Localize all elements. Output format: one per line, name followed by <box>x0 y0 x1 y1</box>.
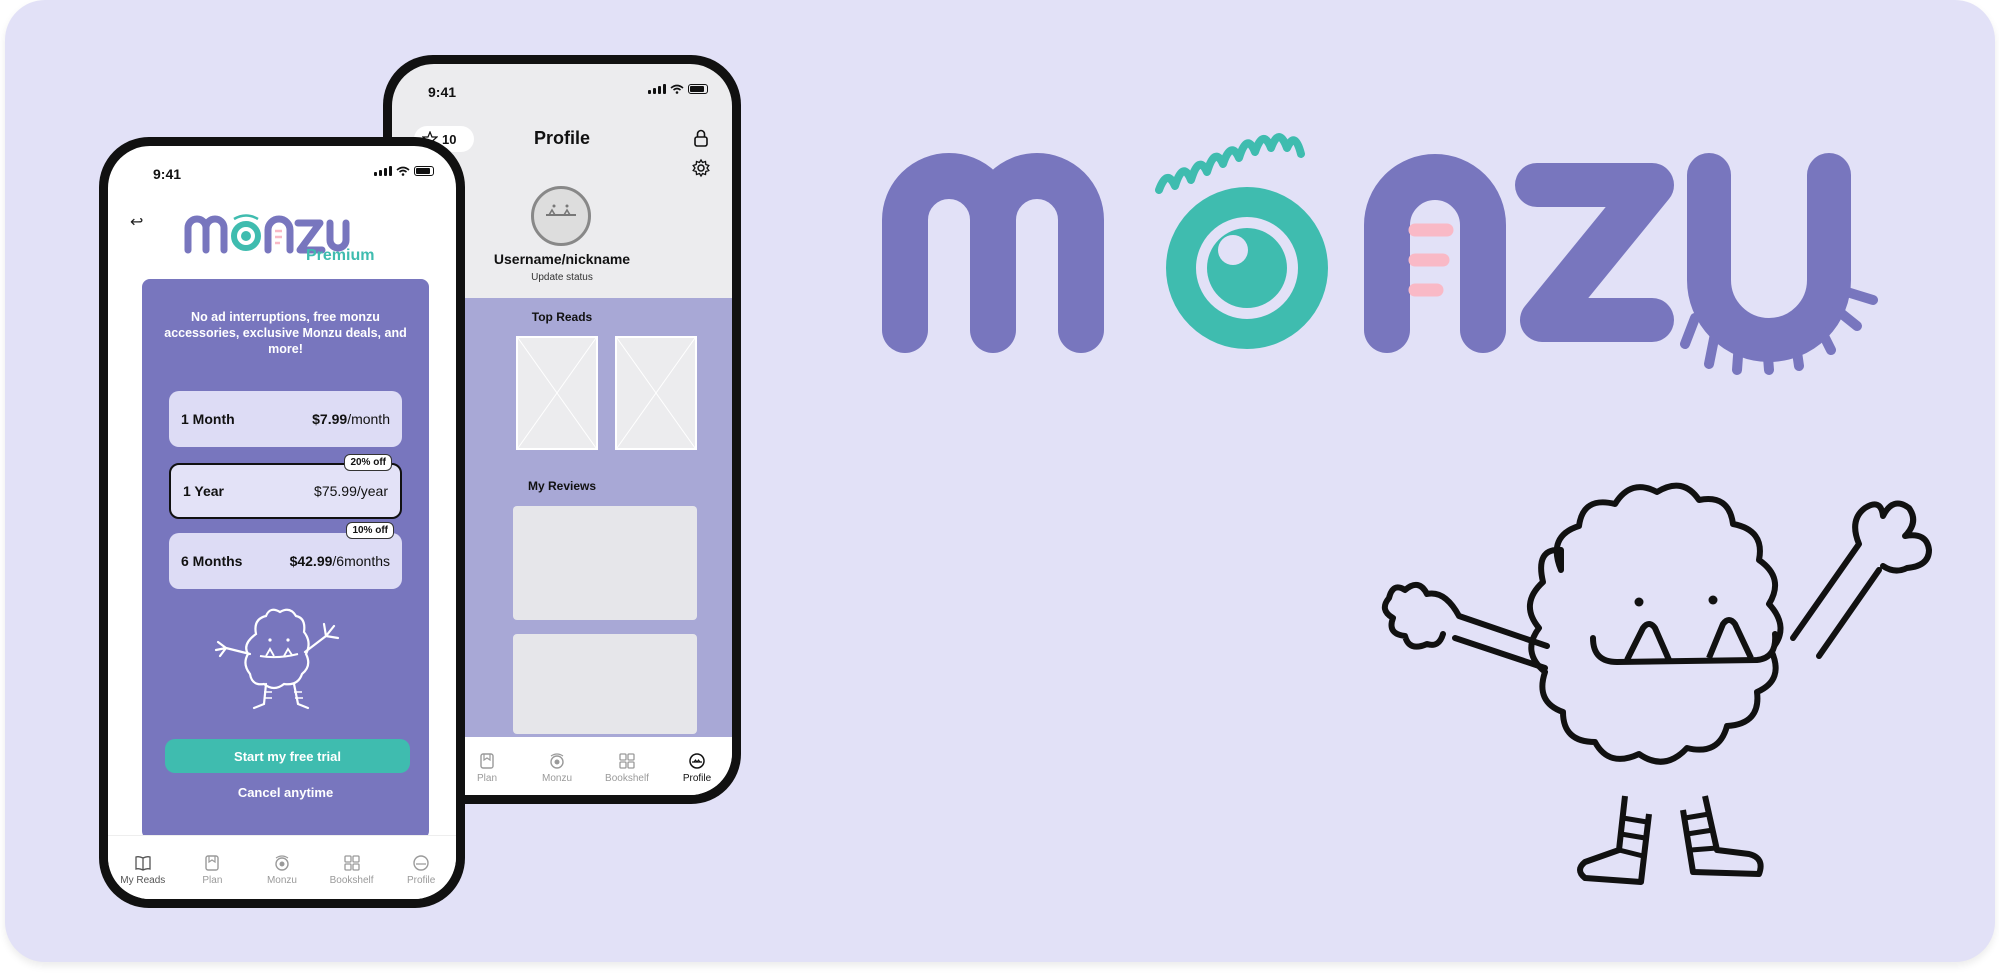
gear-icon[interactable] <box>691 158 711 178</box>
profile-icon <box>689 753 705 769</box>
status-icons <box>374 166 434 176</box>
battery-icon <box>414 166 434 176</box>
plan-option-1-year[interactable]: 1 Year $75.99/year 20% off <box>169 454 402 519</box>
profile-icon <box>413 854 429 871</box>
monster-illustration <box>214 608 340 710</box>
back-arrow-icon[interactable]: ↩ <box>130 212 143 232</box>
tab-bookshelf[interactable]: Bookshelf <box>322 854 382 886</box>
plan-icon <box>205 854 220 871</box>
tab-bookshelf[interactable]: Bookshelf <box>597 752 657 784</box>
review-card[interactable] <box>513 634 697 734</box>
plan-price: $75.99/year <box>314 483 388 499</box>
plan-option-1-month[interactable]: 1 Month $7.99/month <box>169 391 402 447</box>
monster-mascot-illustration <box>1381 482 1932 885</box>
plan-price: $7.99/month <box>312 411 390 427</box>
signal-icon <box>648 84 666 94</box>
top-read-cover[interactable] <box>516 336 598 450</box>
tab-label: My Reads <box>120 874 166 886</box>
wifi-icon <box>670 84 684 94</box>
tab-monzu[interactable]: Monzu <box>527 752 587 784</box>
premium-card: No ad interruptions, free monzu accessor… <box>142 279 429 839</box>
premium-label: Premium <box>306 247 375 264</box>
premium-description: No ad interruptions, free monzu accessor… <box>164 310 407 356</box>
hero-card: 9:41 10 Profile Username/nickname Update… <box>5 0 1995 962</box>
lock-icon[interactable] <box>691 128 711 148</box>
book-icon <box>135 855 151 871</box>
avatar[interactable] <box>531 186 591 246</box>
top-read-cover[interactable] <box>615 336 697 450</box>
start-free-trial-button[interactable]: Start my free trial <box>165 739 410 773</box>
signal-icon <box>374 166 392 176</box>
tab-bar: My Reads Plan Monzu Bookshelf Profile <box>108 835 456 899</box>
plan-name: 1 Year <box>183 483 225 499</box>
premium-phone: 9:41 ↩ Premium No ad interruptions, free… <box>99 137 465 908</box>
tab-label: Bookshelf <box>329 874 374 886</box>
tab-label: Profile <box>682 773 712 784</box>
status-icons <box>648 84 708 94</box>
plan-icon <box>480 753 494 769</box>
tab-my-reads[interactable]: My Reads <box>113 854 173 886</box>
monzu-eye-icon <box>275 854 289 871</box>
plan-option-6-months[interactable]: 6 Months $42.99/6months 10% off <box>169 522 402 589</box>
cancel-anytime-text: Cancel anytime <box>237 785 334 800</box>
tab-profile[interactable]: Profile <box>667 752 727 784</box>
tab-label: Monzu <box>266 874 297 886</box>
tab-label: Bookshelf <box>605 773 649 784</box>
discount-badge: 10% off <box>346 522 394 539</box>
monzu-logo-large <box>882 133 1878 375</box>
review-card[interactable] <box>513 506 697 620</box>
battery-icon <box>688 84 708 94</box>
tab-label: Monzu <box>541 773 572 784</box>
monzu-eye-icon <box>550 753 564 769</box>
tab-label: Plan <box>476 773 497 784</box>
tab-label: Profile <box>406 874 436 886</box>
tab-plan[interactable]: Plan <box>182 854 242 886</box>
premium-screen: 9:41 ↩ Premium No ad interruptions, free… <box>108 146 456 899</box>
wifi-icon <box>396 166 410 176</box>
bookshelf-icon <box>619 753 635 769</box>
plan-name: 1 Month <box>181 411 235 427</box>
tab-label: Plan <box>202 874 223 886</box>
tab-plan[interactable]: Plan <box>457 752 517 784</box>
tab-monzu[interactable]: Monzu <box>252 854 312 886</box>
monster-face-icon <box>546 204 576 216</box>
status-time: 9:41 <box>428 84 457 100</box>
tab-profile[interactable]: Profile <box>391 854 451 886</box>
bookshelf-icon <box>343 854 360 871</box>
status-time: 9:41 <box>153 166 182 182</box>
discount-badge: 20% off <box>344 454 392 471</box>
plan-name: 6 Months <box>181 553 243 569</box>
plan-price: $42.99/6months <box>289 553 390 569</box>
